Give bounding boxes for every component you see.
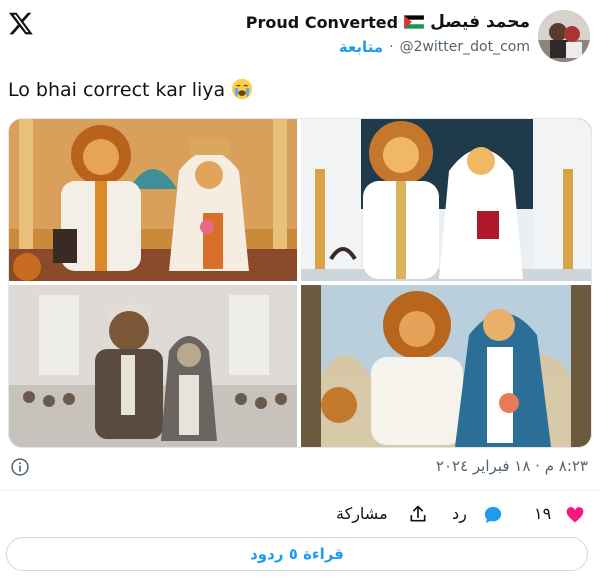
crying-face-icon — [232, 78, 253, 100]
media-image-4[interactable] — [301, 285, 591, 447]
divider — [0, 490, 600, 491]
display-name[interactable]: Proud Converted — [246, 13, 398, 32]
action-bar: ١٩ رد مشاركة — [0, 503, 600, 527]
author-sub-row: متابعة · @2witter_dot_com — [339, 38, 530, 56]
media-image-1[interactable] — [9, 119, 297, 281]
media-grid — [8, 118, 592, 448]
media-image-3[interactable] — [9, 285, 297, 447]
timestamp[interactable]: ٨:٢٣ م · ١٨ فبراير ٢٠٢٤ — [436, 457, 588, 475]
palestine-flag-icon — [404, 15, 425, 29]
x-logo-icon[interactable] — [8, 10, 34, 36]
info-icon[interactable] — [10, 457, 30, 477]
tweet-card: Proud Converted محمد فيصل متابعة · @2wit… — [0, 0, 600, 586]
tweet-text-content: Lo bhai correct kar liya — [8, 79, 226, 101]
arabic-display-name[interactable]: محمد فيصل — [430, 12, 530, 32]
share-icon[interactable] — [408, 504, 428, 524]
heart-icon[interactable] — [565, 505, 585, 525]
avatar[interactable] — [538, 10, 590, 62]
tweet-text: Lo bhai correct kar liya — [8, 78, 253, 101]
follow-button[interactable]: متابعة — [339, 38, 383, 56]
media-image-2[interactable] — [301, 119, 591, 281]
like-count[interactable]: ١٩ — [534, 504, 551, 523]
reply-label[interactable]: رد — [452, 504, 467, 523]
handle[interactable]: @2witter_dot_com — [400, 39, 530, 55]
reply-icon[interactable] — [482, 505, 504, 525]
read-replies-button[interactable]: قراءة ٥ ردود — [6, 537, 588, 571]
author-name-row[interactable]: Proud Converted محمد فيصل — [246, 12, 530, 32]
share-label[interactable]: مشاركة — [336, 504, 388, 523]
separator: · — [389, 39, 394, 55]
